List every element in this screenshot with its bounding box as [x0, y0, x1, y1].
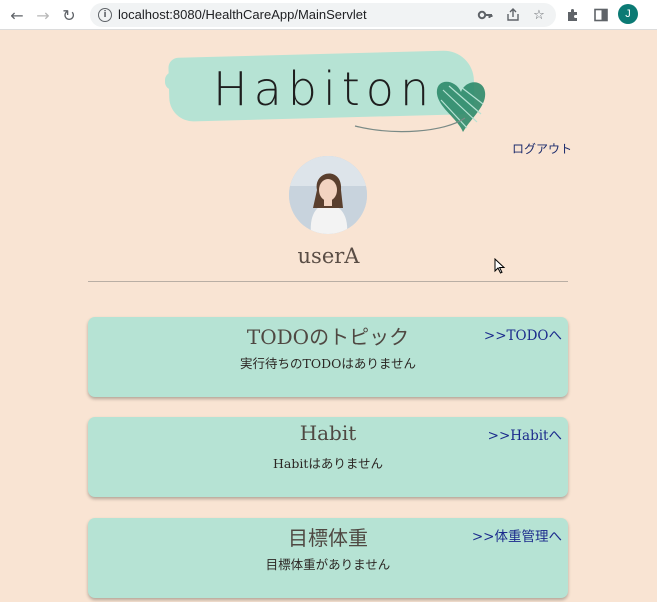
card-message: 目標体重がありません: [265, 557, 391, 572]
browser-toolbar: ← → ↻ i localhost:8080/HealthCareApp/Mai…: [0, 0, 657, 30]
forward-arrow-icon[interactable]: →: [32, 4, 54, 26]
username: userA: [297, 244, 360, 268]
back-arrow-icon[interactable]: ←: [6, 4, 28, 26]
habit-card: Habit >>Habitへ Habitはありません: [88, 417, 568, 497]
card-message: Habitはありません: [272, 456, 383, 471]
logout-link[interactable]: ログアウト: [512, 140, 572, 157]
extensions-icon[interactable]: [562, 4, 584, 26]
todo-card: TODOのトピック >>TODOへ 実行待ちのTODOはありません: [88, 317, 568, 397]
side-panel-icon[interactable]: [590, 4, 612, 26]
star-icon[interactable]: ☆: [530, 6, 548, 24]
todo-link[interactable]: >>TODOへ: [484, 324, 562, 344]
weight-card: 目標体重 >>体重管理へ 目標体重がありません: [88, 518, 568, 598]
card-message: 実行待ちのTODOはありません: [240, 356, 416, 371]
avatar: [289, 156, 367, 234]
url-text[interactable]: localhost:8080/HealthCareApp/MainServlet: [118, 7, 367, 22]
reload-icon[interactable]: ↻: [58, 4, 80, 26]
info-icon[interactable]: i: [98, 8, 112, 22]
profile-avatar[interactable]: J: [618, 4, 638, 24]
share-icon[interactable]: [504, 6, 522, 24]
address-bar[interactable]: i localhost:8080/HealthCareApp/MainServl…: [90, 3, 556, 27]
mouse-cursor-icon: [494, 258, 506, 274]
weight-management-link[interactable]: >>体重管理へ: [472, 525, 562, 545]
logo-text: Habiton: [213, 62, 436, 116]
app-logo: Habiton: [165, 48, 490, 138]
habit-link[interactable]: >>Habitへ: [488, 424, 562, 444]
key-icon[interactable]: [476, 6, 494, 24]
divider: [88, 281, 568, 282]
